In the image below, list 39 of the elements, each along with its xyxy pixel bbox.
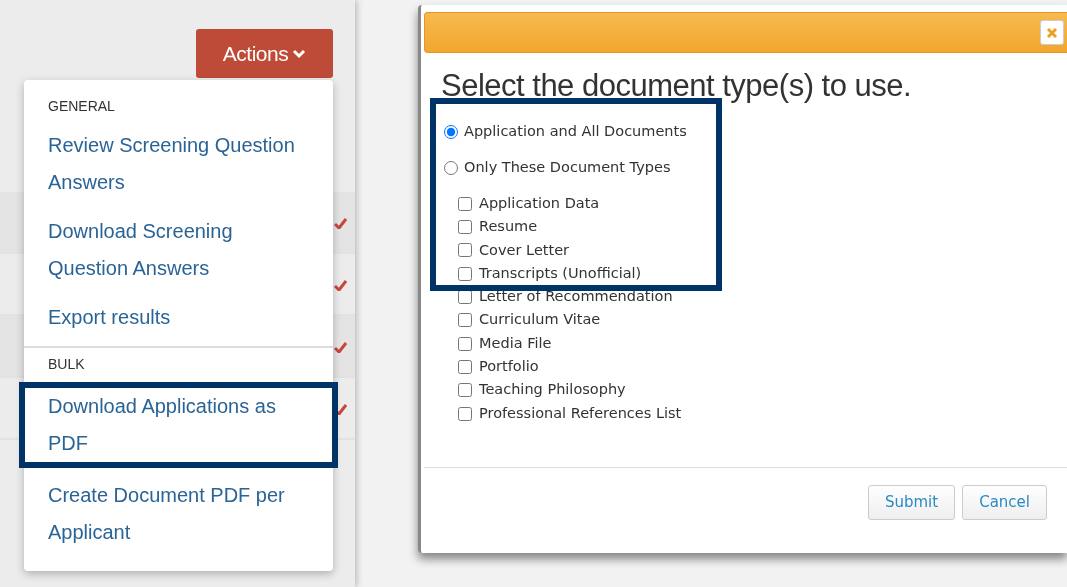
checkbox[interactable] xyxy=(458,266,472,281)
menu-section-heading: BULK xyxy=(47,355,86,374)
dialog-button[interactable]: Submit xyxy=(867,485,956,520)
menu-section-heading: GENERAL xyxy=(47,97,116,116)
chevron-down-icon xyxy=(292,48,307,59)
checkbox[interactable] xyxy=(458,220,472,235)
check-icon xyxy=(334,342,347,353)
actions-button[interactable]: Actions xyxy=(196,29,333,78)
checkbox-option[interactable]: Portfolio xyxy=(444,355,1067,379)
checkbox[interactable] xyxy=(458,313,472,328)
checkbox-option[interactable]: Transcripts (Unofficial) xyxy=(444,262,1067,286)
checkbox-option[interactable]: Professional References List xyxy=(444,401,1067,426)
dialog-title: Select the document type(s) to use. xyxy=(441,67,913,105)
checkbox[interactable] xyxy=(458,243,472,258)
radio-option[interactable]: Only These Document Types xyxy=(444,150,1067,187)
radio-button[interactable] xyxy=(444,161,458,176)
radio-button[interactable] xyxy=(444,125,458,140)
close-icon xyxy=(1046,26,1058,39)
menu-item[interactable]: Review Screening Question Answers xyxy=(24,127,333,201)
menu-item[interactable]: Download Screening Question Answers xyxy=(24,213,333,287)
check-icon xyxy=(334,280,347,291)
checkbox-option[interactable]: Teaching Philosophy xyxy=(444,378,1067,402)
checkbox-option[interactable]: Resume xyxy=(444,215,1067,239)
checkbox[interactable] xyxy=(458,196,472,211)
checkbox[interactable] xyxy=(458,359,472,374)
dialog-button[interactable]: Cancel xyxy=(962,485,1047,520)
checkbox-option[interactable]: Cover Letter xyxy=(444,238,1067,263)
checkbox[interactable] xyxy=(458,290,472,304)
radio-option[interactable]: Application and All Documents xyxy=(444,114,1067,151)
checkbox-option[interactable]: Media File xyxy=(444,331,1067,356)
menu-item[interactable]: Export results xyxy=(24,299,333,336)
menu-item[interactable]: Download Applications as PDF xyxy=(22,385,335,465)
checkbox-option[interactable]: Curriculum Vitae xyxy=(444,308,1067,332)
checkbox[interactable] xyxy=(458,336,472,351)
checkbox[interactable] xyxy=(458,406,472,421)
check-icon xyxy=(334,218,347,229)
checkbox[interactable] xyxy=(458,383,472,398)
menu-item[interactable]: Create Document PDF per Applicant xyxy=(24,477,333,551)
checkbox-option[interactable]: Application Data xyxy=(444,192,1067,216)
